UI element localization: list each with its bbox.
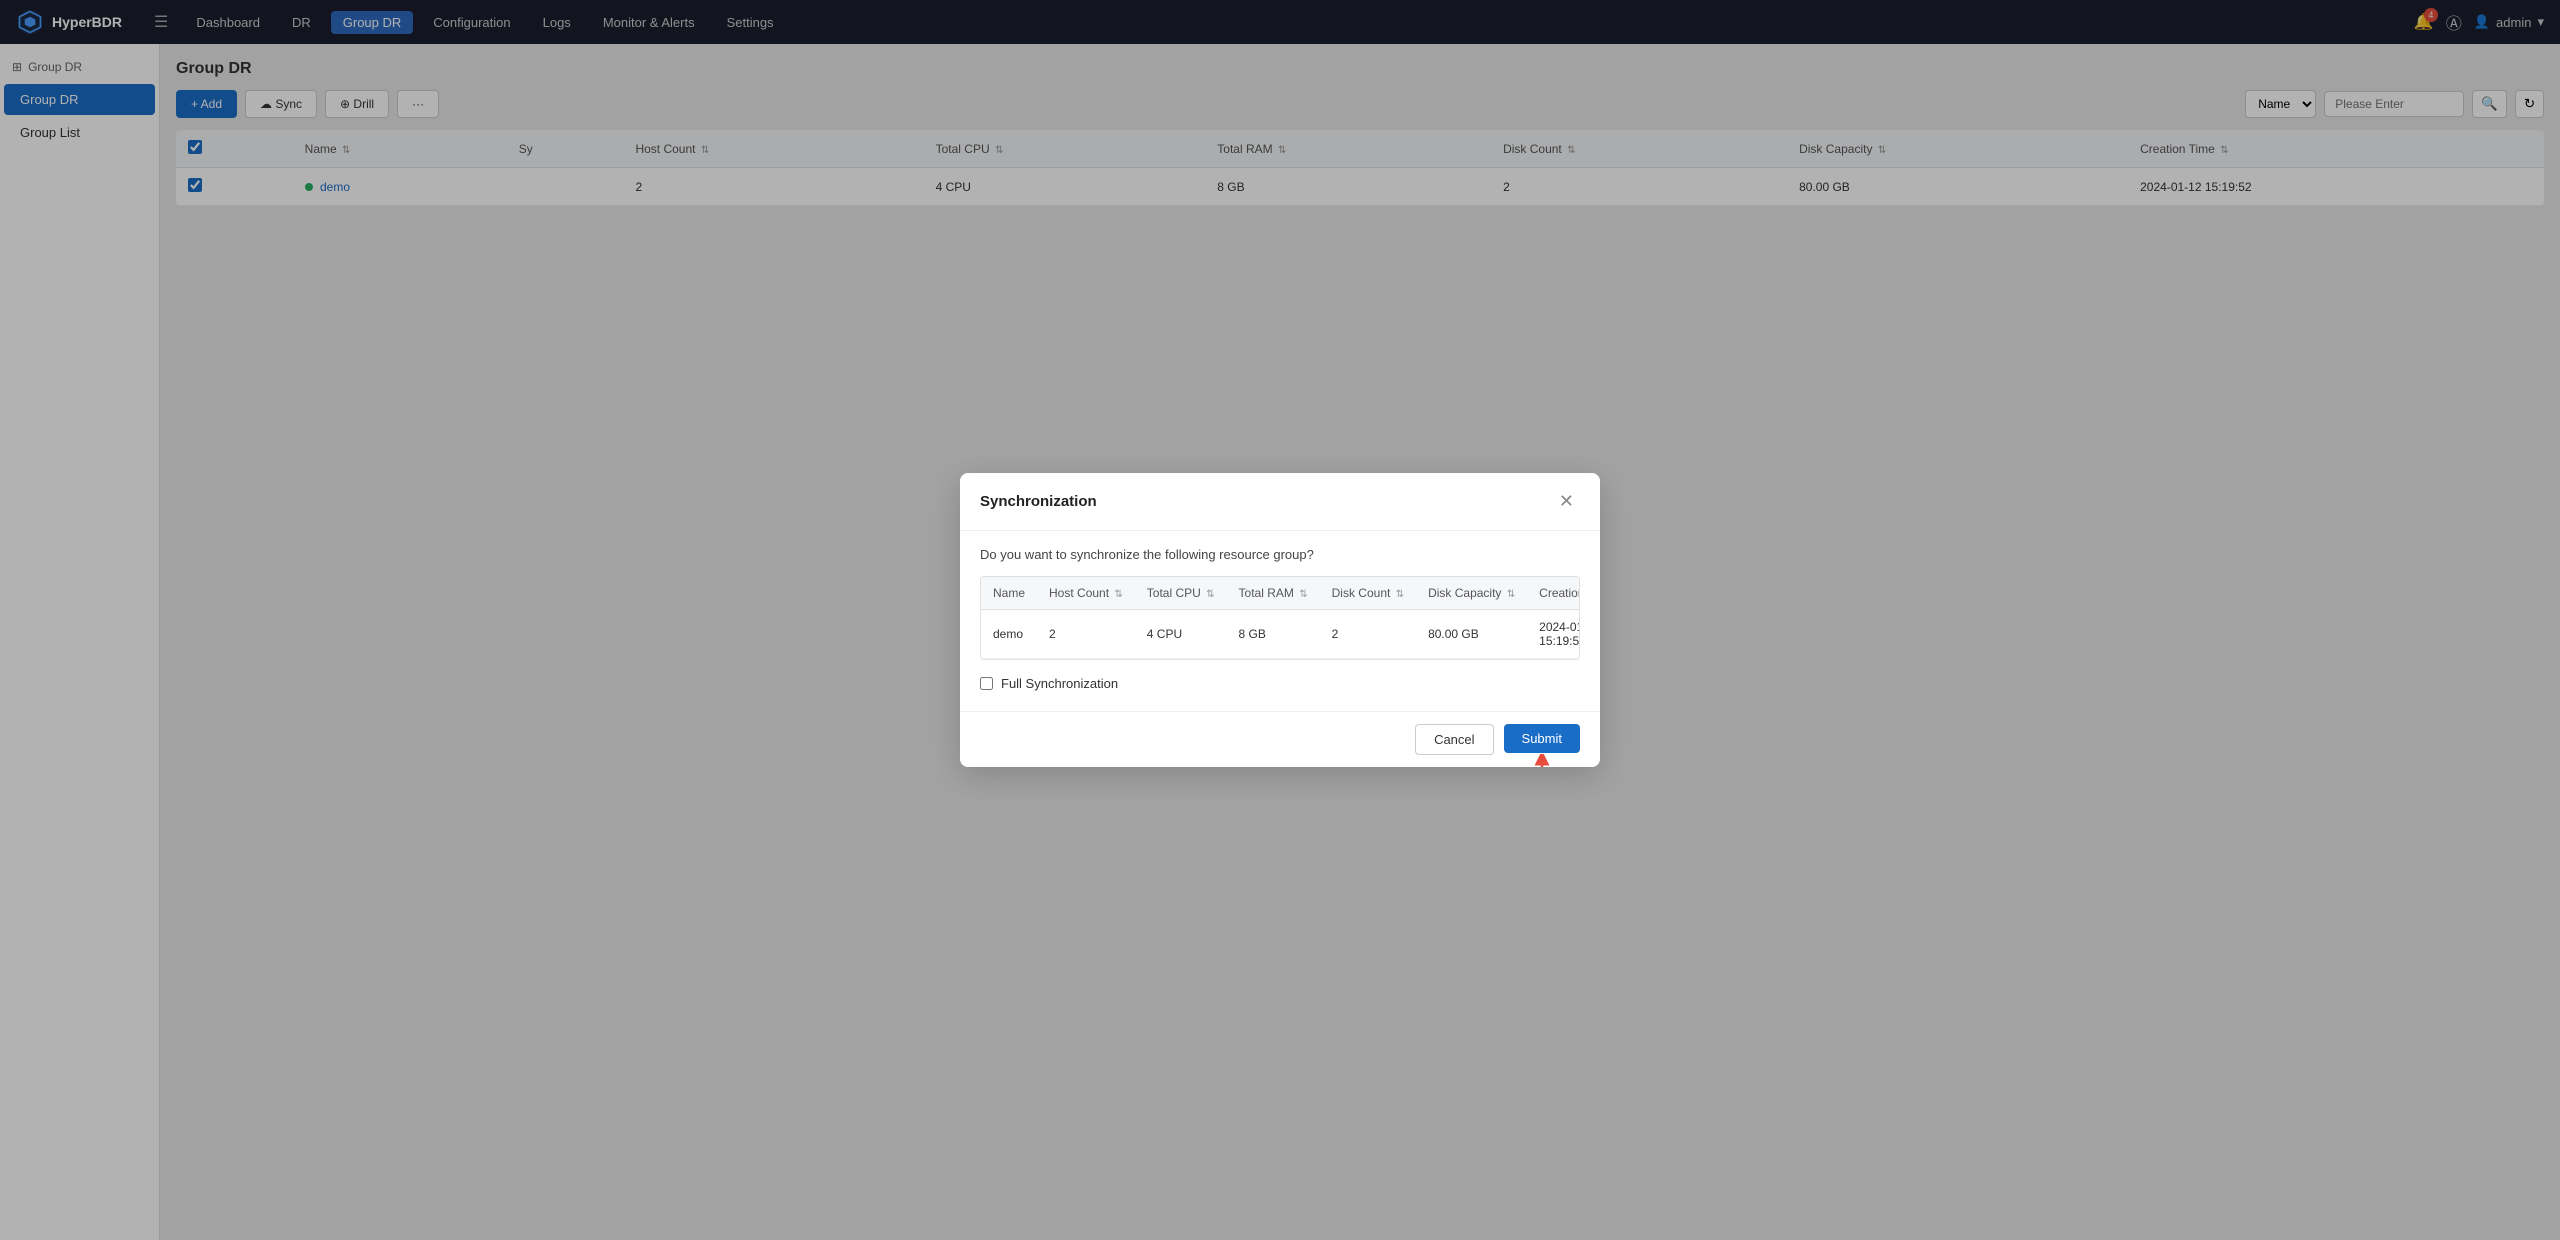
modal-row-total-cpu: 4 CPU [1135,610,1227,659]
full-sync-row: Full Synchronization [980,676,1580,691]
modal-table-row: demo 2 4 CPU 8 GB 2 80.00 GB 2024-01-12 … [981,610,1580,659]
full-sync-checkbox[interactable] [980,677,993,690]
synchronization-modal: Synchronization ✕ Do you want to synchro… [960,473,1600,767]
full-sync-label: Full Synchronization [1001,676,1118,691]
modal-disk-cap-sort-icon: ⇅ [1507,589,1515,600]
modal-row-name: demo [981,610,1037,659]
modal-col-total-ram: Total RAM ⇅ [1227,577,1320,610]
submit-button-container: Submit [1504,724,1580,755]
submit-button[interactable]: Submit [1504,724,1580,753]
modal-description: Do you want to synchronize the following… [980,547,1580,562]
modal-col-total-cpu: Total CPU ⇅ [1135,577,1227,610]
modal-close-button[interactable]: ✕ [1553,489,1580,514]
modal-col-host-count: Host Count ⇅ [1037,577,1135,610]
modal-overlay: Synchronization ✕ Do you want to synchro… [0,0,2560,1240]
arrow-icon [1522,754,1562,767]
modal-col-disk-count: Disk Count ⇅ [1320,577,1416,610]
modal-row-host-count: 2 [1037,610,1135,659]
modal-header: Synchronization ✕ [960,473,1600,531]
modal-col-creation-time: Creation Time ⇅ [1527,577,1580,610]
modal-title: Synchronization [980,493,1097,510]
modal-body: Do you want to synchronize the following… [960,531,1600,711]
modal-sync-table: Name Host Count ⇅ Total CPU ⇅ Total RAM [981,577,1580,659]
arrow-annotation [1522,754,1562,767]
modal-row-creation-time: 2024-01-12 15:19:52 [1527,610,1580,659]
modal-row-total-ram: 8 GB [1227,610,1320,659]
modal-footer: Cancel Submit [960,711,1600,767]
modal-col-disk-capacity: Disk Capacity ⇅ [1416,577,1527,610]
modal-table-header: Name Host Count ⇅ Total CPU ⇅ Total RAM [981,577,1580,610]
modal-col-name: Name [981,577,1037,610]
modal-table-wrapper: Name Host Count ⇅ Total CPU ⇅ Total RAM [980,576,1580,660]
modal-cpu-sort-icon: ⇅ [1206,589,1214,600]
modal-disk-count-sort-icon: ⇅ [1396,589,1404,600]
modal-ram-sort-icon: ⇅ [1299,589,1307,600]
modal-row-disk-capacity: 80.00 GB [1416,610,1527,659]
cancel-button[interactable]: Cancel [1415,724,1493,755]
modal-host-sort-icon: ⇅ [1114,589,1122,600]
modal-row-disk-count: 2 [1320,610,1416,659]
